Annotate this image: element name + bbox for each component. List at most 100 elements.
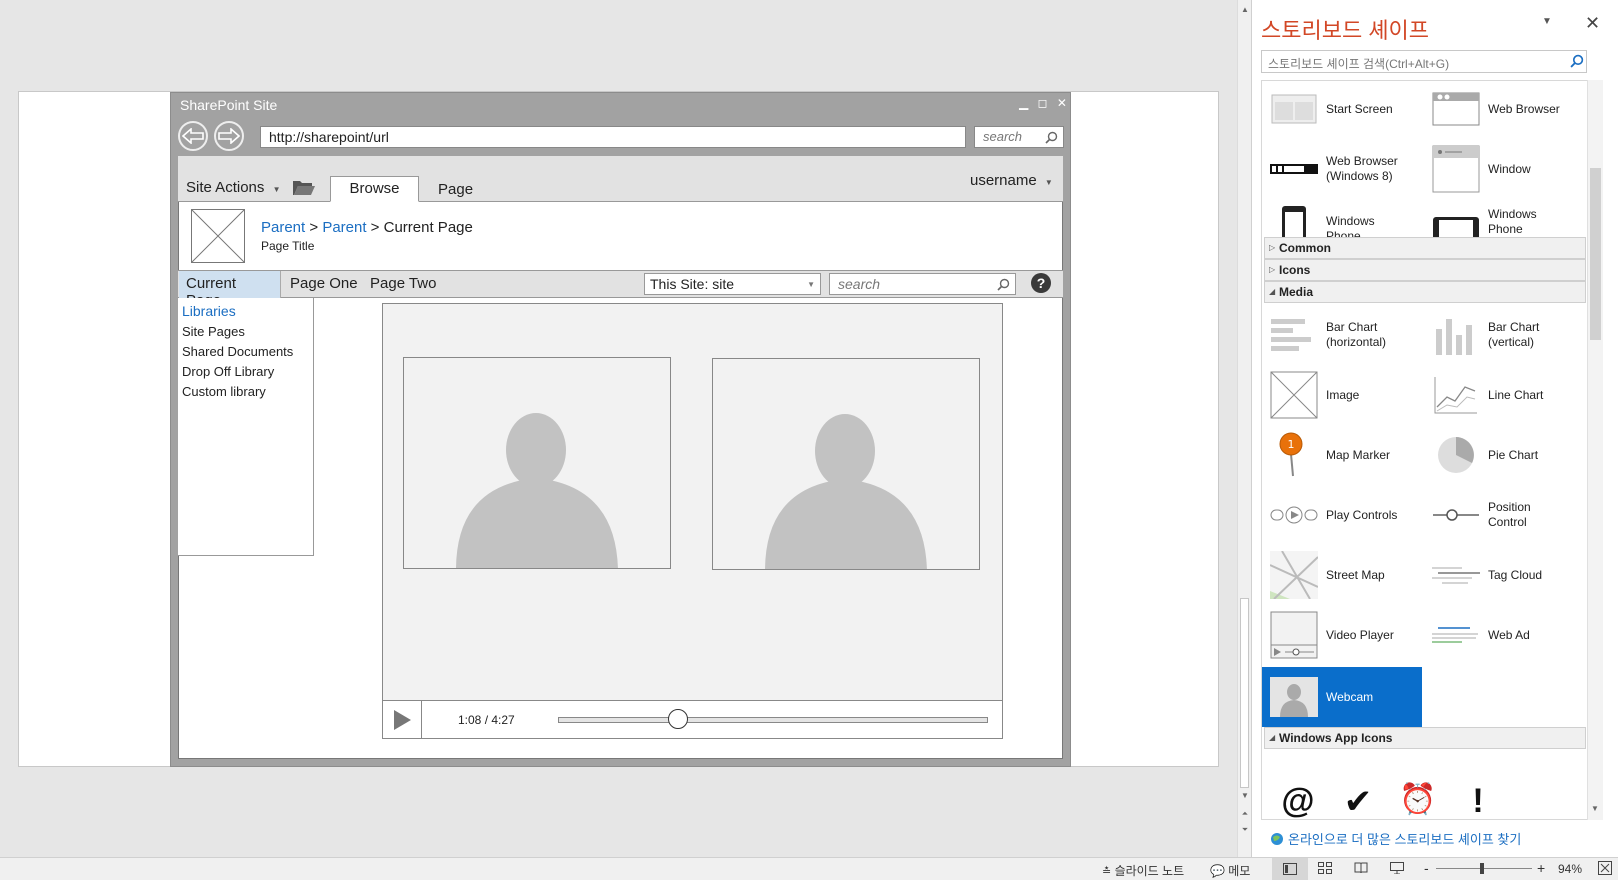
- category-icons[interactable]: ▷ Icons: [1264, 259, 1586, 281]
- shape-label: Video Player: [1326, 627, 1394, 642]
- shape-search-input[interactable]: 스토리보드 셰이프 검색(Ctrl+Alt+G): [1261, 50, 1587, 73]
- status-bar: ≛ 슬라이드 노트 💬 메모 - + 94%: [0, 857, 1618, 880]
- checkmark-icon[interactable]: ✔: [1338, 782, 1378, 822]
- scroll-down-icon[interactable]: ▼: [1239, 790, 1251, 802]
- start-screen-icon: [1270, 85, 1318, 133]
- category-label: Windows App Icons: [1279, 731, 1393, 745]
- mockup-top-search: search: [974, 126, 1064, 148]
- at-sign-icon[interactable]: @: [1278, 782, 1318, 821]
- scroll-up-icon[interactable]: ▲: [1239, 4, 1251, 16]
- category-windows-app-icons[interactable]: ◢ Windows App Icons: [1264, 727, 1586, 749]
- shape-web-browser-win8[interactable]: Web Browser (Windows 8): [1262, 139, 1422, 199]
- zoom-level[interactable]: 94%: [1558, 862, 1582, 876]
- zoom-out-button[interactable]: -: [1424, 860, 1429, 876]
- canvas-scrollbar[interactable]: ▲ ▼ ⏶ ⏷: [1237, 0, 1251, 857]
- alarm-clock-icon[interactable]: ⏰: [1398, 782, 1438, 817]
- image-icon: [1270, 371, 1318, 419]
- mockup-breadcrumb: Parent > Parent > Current Page: [261, 219, 473, 236]
- webcam-feed-left: [403, 357, 671, 569]
- mockup-scope-select: This Site: site ▼: [644, 273, 821, 295]
- online-shapes-label: 온라인으로 더 많은 스토리보드 셰이프 찾기: [1288, 832, 1522, 847]
- video-player-icon: [1270, 611, 1318, 659]
- video-time: 1:08 / 4:27: [458, 713, 515, 727]
- next-slide-icon[interactable]: ⏷: [1239, 824, 1251, 836]
- exclamation-icon[interactable]: !: [1458, 782, 1498, 821]
- category-media[interactable]: ◢ Media: [1264, 281, 1586, 303]
- comments-button[interactable]: 💬 메모: [1210, 862, 1250, 879]
- shape-bar-chart-horizontal[interactable]: Bar Chart (horizontal): [1262, 305, 1422, 365]
- mockup-site-title: SharePoint Site: [180, 97, 278, 113]
- shape-label: Position Control: [1488, 500, 1531, 529]
- shape-label: Bar Chart (vertical): [1488, 320, 1540, 349]
- mockup-top-search-text: search: [983, 129, 1023, 144]
- fit-to-window-icon[interactable]: [1598, 861, 1612, 878]
- scope-select-value: This Site: site: [650, 276, 735, 292]
- quick-search-text: search: [838, 276, 881, 292]
- shape-label: Window: [1488, 161, 1531, 176]
- shape-image[interactable]: Image: [1262, 365, 1422, 425]
- expand-arrow-icon: ▷: [1269, 243, 1276, 252]
- search-icon[interactable]: [1570, 54, 1584, 68]
- shape-label: Map Marker: [1326, 447, 1391, 462]
- collapse-arrow-icon: ◢: [1269, 287, 1276, 296]
- gallery-scrollbar[interactable]: ▼: [1587, 80, 1603, 820]
- comments-label: 메모: [1228, 864, 1251, 878]
- category-label: Icons: [1279, 263, 1311, 277]
- scroll-down-icon[interactable]: ▼: [1591, 804, 1599, 813]
- pane-close-icon[interactable]: ✕: [1585, 13, 1600, 34]
- shape-tag-cloud[interactable]: Tag Cloud: [1424, 545, 1584, 605]
- shape-pie-chart[interactable]: Pie Chart: [1424, 425, 1584, 485]
- prev-slide-icon[interactable]: ⏶: [1239, 808, 1251, 820]
- shape-bar-chart-vertical[interactable]: Bar Chart (vertical): [1424, 305, 1584, 365]
- shape-gallery[interactable]: Start Screen Web Browser Web Browser (Wi…: [1261, 80, 1587, 820]
- shape-label: Web Browser (Windows 8): [1326, 154, 1398, 183]
- shape-window[interactable]: Window: [1424, 139, 1584, 199]
- category-common[interactable]: ▷ Common: [1264, 237, 1586, 259]
- folder-icon: [292, 178, 316, 199]
- shape-web-ad[interactable]: Web Ad: [1424, 605, 1584, 665]
- zoom-slider-thumb[interactable]: [1480, 863, 1484, 874]
- webcam-icon: [1270, 673, 1318, 721]
- mockup-tab-page: Page: [438, 181, 474, 198]
- normal-view-icon[interactable]: [1272, 858, 1308, 880]
- mockup-site-actions: Site Actions ▼: [186, 179, 280, 196]
- shape-label: Play Controls: [1326, 507, 1398, 522]
- canvas-scroll-thumb[interactable]: [1240, 598, 1249, 788]
- tag-cloud-icon: [1432, 551, 1480, 599]
- search-icon: [1045, 131, 1058, 144]
- shape-web-browser[interactable]: Web Browser: [1424, 81, 1584, 139]
- mockup-window-controls: ▁ ◻ ✕: [1019, 96, 1070, 110]
- quicklaunch-page-two: Page Two: [370, 275, 437, 292]
- map-marker-badge: 1: [1288, 438, 1295, 451]
- window-icon: [1432, 145, 1480, 193]
- shape-play-controls[interactable]: Play Controls: [1262, 485, 1422, 545]
- site-actions-label: Site Actions: [186, 179, 265, 196]
- notes-button[interactable]: ≛ 슬라이드 노트: [1102, 862, 1184, 879]
- slide-sorter-icon[interactable]: [1318, 862, 1332, 877]
- reading-view-icon[interactable]: [1354, 862, 1368, 877]
- shape-label: Bar Chart (horizontal): [1326, 320, 1387, 349]
- pane-options-chevron-icon[interactable]: ▼: [1542, 16, 1552, 27]
- person-silhouette-icon: [765, 414, 927, 569]
- site-logo-placeholder-icon: [191, 209, 245, 263]
- zoom-slider-track[interactable]: [1436, 868, 1532, 869]
- breadcrumb-parent-1: Parent: [261, 219, 306, 236]
- shape-map-marker[interactable]: 1 Map Marker: [1262, 425, 1422, 485]
- slideshow-icon[interactable]: [1390, 862, 1404, 877]
- mockup-quick-search: search: [829, 273, 1016, 295]
- shape-street-map[interactable]: Street Map: [1262, 545, 1422, 605]
- shape-start-screen[interactable]: Start Screen: [1262, 81, 1422, 139]
- notes-label: 슬라이드 노트: [1114, 864, 1185, 878]
- shape-label: Image: [1326, 387, 1360, 402]
- shape-video-player[interactable]: Video Player: [1262, 605, 1422, 665]
- shape-position-control[interactable]: Position Control: [1424, 485, 1584, 545]
- shape-label: Web Ad: [1488, 627, 1530, 642]
- gallery-scroll-thumb[interactable]: [1590, 168, 1601, 340]
- online-shapes-link[interactable]: 온라인으로 더 많은 스토리보드 셰이프 찾기: [1270, 829, 1521, 848]
- zoom-in-button[interactable]: +: [1537, 860, 1545, 876]
- shape-line-chart[interactable]: Line Chart: [1424, 365, 1584, 425]
- shape-webcam-selected[interactable]: Webcam: [1262, 667, 1422, 727]
- shape-label: Tag Cloud: [1488, 567, 1543, 582]
- mockup-tab-browse: Browse: [330, 176, 419, 202]
- shape-label: Start Screen: [1326, 101, 1393, 116]
